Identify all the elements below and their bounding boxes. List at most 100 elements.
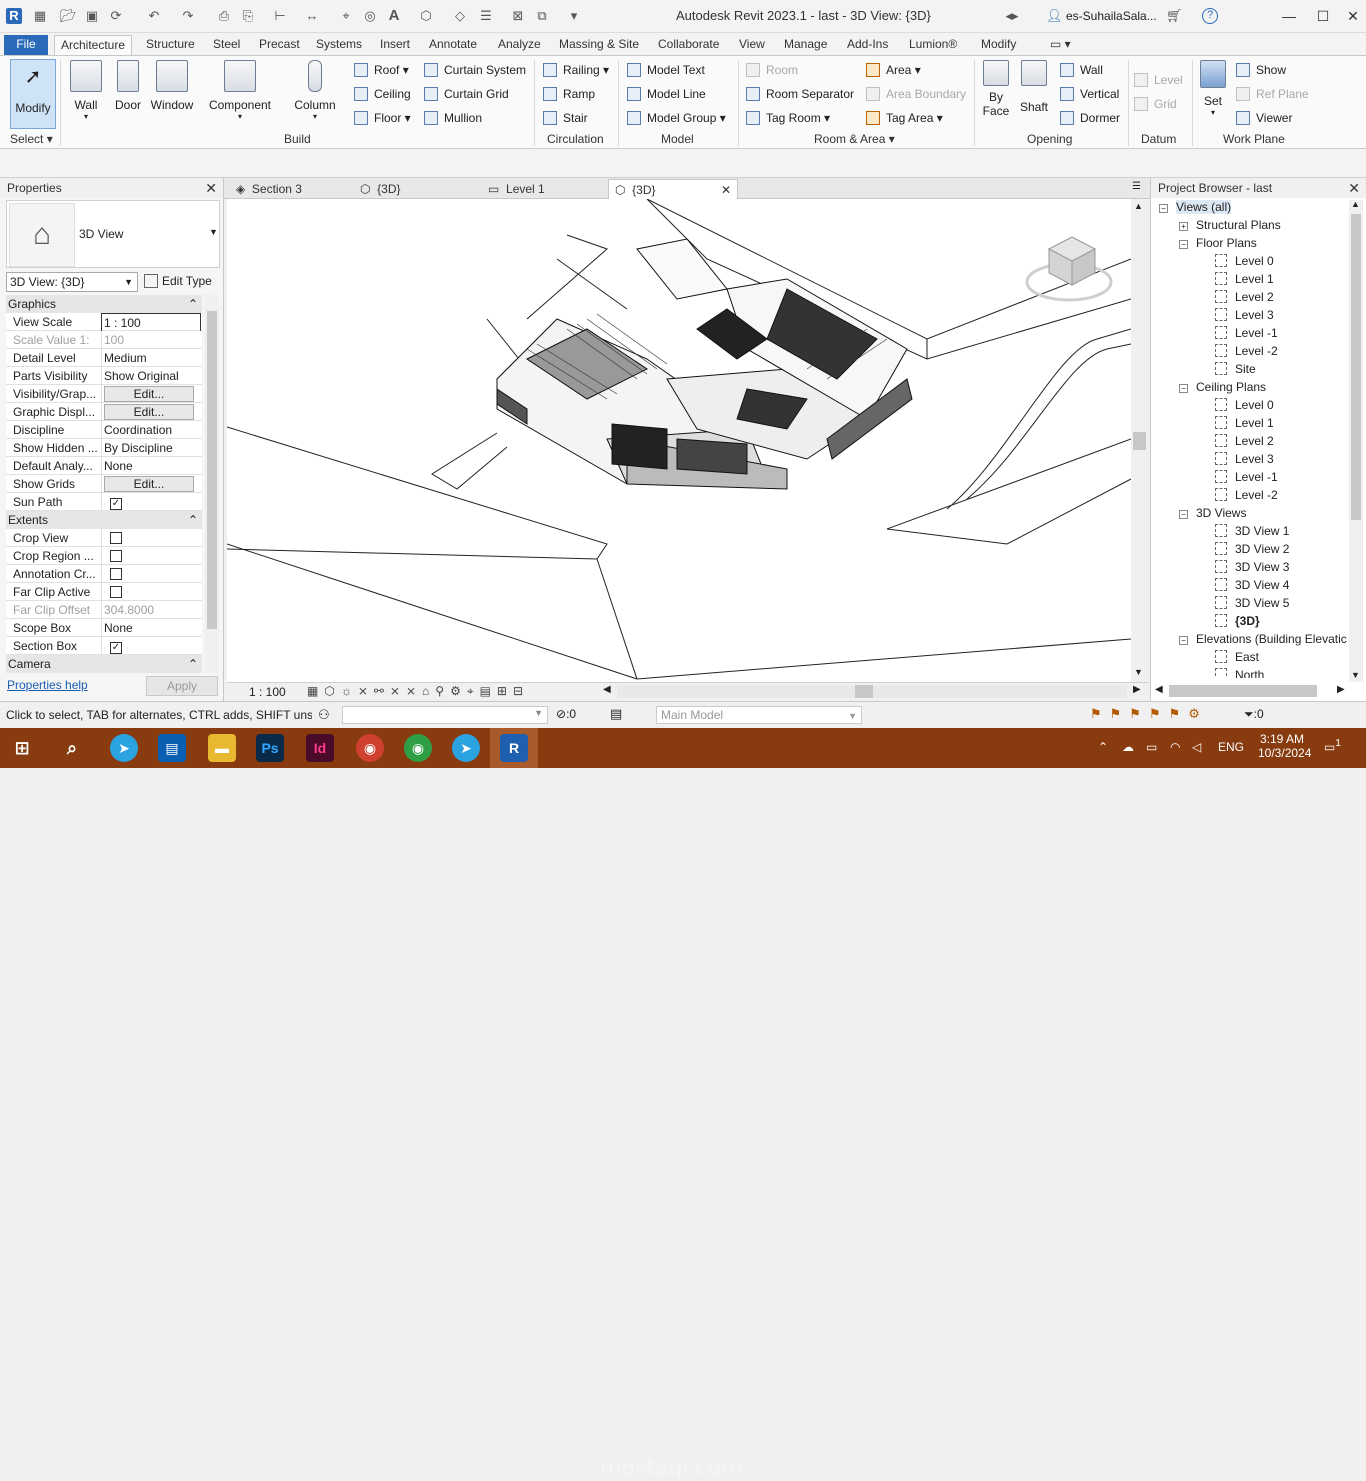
checkbox[interactable]: ✓ <box>110 642 122 654</box>
help-icon[interactable]: ? <box>1202 8 1218 24</box>
property-row[interactable]: Crop Region ... <box>6 547 202 567</box>
grid-button[interactable]: Grid <box>1134 94 1177 114</box>
default-3d-view-icon[interactable]: ⬡ <box>418 8 434 24</box>
type-selector-preview[interactable]: ⌂ 3D View ▼ <box>6 200 220 268</box>
tab-section-3[interactable]: ◈ Section 3 <box>230 179 350 199</box>
type-dropdown-icon[interactable]: ▼ <box>209 227 218 237</box>
filter-count[interactable]: ⏷:0 <box>1244 707 1264 722</box>
file-explorer-icon[interactable]: ▬ <box>208 734 236 762</box>
edit-button[interactable]: Edit... <box>104 476 194 492</box>
design-option-selector[interactable]: Main Model ▼ <box>656 706 862 724</box>
tab-architecture[interactable]: Architecture <box>54 35 133 55</box>
clock[interactable]: 3:19 AM 10/3/2024 <box>1258 732 1311 760</box>
cart-icon[interactable]: 🛒︎ <box>1166 8 1183 24</box>
checkbox[interactable] <box>110 568 122 580</box>
browser-view-item[interactable]: 3D View 3 <box>1215 558 1289 576</box>
curtain-grid-button[interactable]: Curtain Grid <box>424 84 509 104</box>
ceiling-button[interactable]: Ceiling <box>354 84 411 104</box>
browser-group[interactable]: − Views (all) <box>1159 198 1232 216</box>
apply-button[interactable]: Apply <box>146 676 218 696</box>
collapse-icon[interactable]: − <box>1179 384 1188 393</box>
checkbox[interactable] <box>110 586 122 598</box>
undo-icon[interactable]: ↶ <box>146 8 162 24</box>
browser-group[interactable]: − Floor Plans <box>1179 234 1257 252</box>
instance-selector[interactable]: 3D View: {3D} ▼ <box>6 272 138 292</box>
floor-button[interactable]: Floor ▾ <box>354 108 411 128</box>
shaft-button[interactable]: Shaft <box>1018 60 1050 114</box>
browser-view-item[interactable]: Level 0 <box>1215 252 1274 270</box>
browser-view-item[interactable]: Site <box>1215 360 1256 378</box>
browser-view-item[interactable]: Level 0 <box>1215 396 1274 414</box>
editing-requests[interactable]: ⊘:0 <box>556 707 576 721</box>
property-row[interactable]: Detail Level Medium <box>6 349 202 367</box>
show-button[interactable]: Show <box>1236 60 1286 80</box>
scroll-down-icon[interactable]: ▼ <box>1351 670 1360 680</box>
user-icon[interactable]: 👤︎ <box>1046 8 1063 24</box>
browser-scrollbar[interactable]: ▲ ▼ <box>1349 199 1363 682</box>
ramp-button[interactable]: Ramp <box>543 84 595 104</box>
level-button[interactable]: Level <box>1134 70 1183 90</box>
scroll-thumb[interactable] <box>1351 214 1361 520</box>
property-row[interactable]: Visibility/Grap... Edit... <box>6 385 202 403</box>
property-row[interactable]: Scale Value 1: 100 <box>6 331 202 349</box>
model-line-button[interactable]: Model Line <box>627 84 706 104</box>
browser-view-item[interactable]: Level -1 <box>1215 324 1278 342</box>
browser-view-item[interactable]: {3D} <box>1215 612 1260 630</box>
scroll-up-icon[interactable]: ▲ <box>1134 201 1143 211</box>
property-value[interactable] <box>101 565 201 585</box>
tab-collaborate[interactable]: Collaborate <box>652 35 725 55</box>
checkbox[interactable] <box>110 532 122 544</box>
section-icon[interactable]: ◇ <box>452 8 468 24</box>
property-value[interactable]: Edit... <box>101 385 201 403</box>
edit-button[interactable]: Edit... <box>104 386 194 402</box>
browser-view-item[interactable]: Level 3 <box>1215 306 1274 324</box>
telegram-icon[interactable]: ➤ <box>110 734 138 762</box>
browser-view-item[interactable]: 3D View 4 <box>1215 576 1289 594</box>
worksharing-icon[interactable]: ⚇ <box>318 707 330 723</box>
properties-scrollbar[interactable] <box>205 295 219 673</box>
checkbox[interactable]: ✓ <box>110 498 122 510</box>
area-button[interactable]: Area ▾ <box>866 60 921 80</box>
open-icon[interactable]: 📂︎ <box>60 8 77 24</box>
indesign-icon[interactable]: Id <box>306 734 334 762</box>
close-window-button[interactable]: ✕ <box>1338 5 1366 27</box>
wifi-icon[interactable]: ◠ <box>1170 740 1180 754</box>
graphics-section[interactable]: Graphics ⌃ <box>6 295 202 313</box>
property-row[interactable]: Far Clip Offset 304.8000 <box>6 601 202 619</box>
property-value[interactable] <box>101 583 201 603</box>
room-area-panel-label[interactable]: Room & Area ▾ <box>814 132 895 146</box>
user-name[interactable]: es-SuhailaSala... <box>1066 9 1157 23</box>
window-button[interactable]: Window <box>148 60 196 112</box>
aligned-dimension-icon[interactable]: ↔ <box>304 8 320 24</box>
chrome-profile-icon[interactable]: ◉ <box>356 734 384 762</box>
dormer-button[interactable]: Dormer <box>1060 108 1120 128</box>
tab-steel[interactable]: Steel <box>207 35 246 55</box>
close-tab-icon[interactable]: ✕ <box>721 180 731 200</box>
collapse-icon[interactable]: − <box>1179 510 1188 519</box>
view-scale[interactable]: 1 : 100 <box>249 685 286 699</box>
workset-selector[interactable]: ▼ <box>342 706 548 724</box>
browser-view-item[interactable]: 3D View 5 <box>1215 594 1289 612</box>
property-row[interactable]: Parts Visibility Show Original <box>6 367 202 385</box>
property-row[interactable]: Far Clip Active <box>6 583 202 603</box>
by-face-button[interactable]: By Face <box>980 60 1012 118</box>
3d-view-canvas[interactable] <box>227 199 1131 682</box>
telegram-icon[interactable]: ➤ <box>452 734 480 762</box>
tab-systems[interactable]: Systems <box>310 35 368 55</box>
browser-view-item[interactable]: 3D View 2 <box>1215 540 1289 558</box>
property-value[interactable]: Medium <box>101 349 201 367</box>
roof-button[interactable]: Roof ▾ <box>354 60 409 80</box>
scroll-thumb[interactable] <box>1133 432 1146 450</box>
volume-icon[interactable]: ◁ <box>1192 740 1201 754</box>
property-row[interactable]: Default Analy... None <box>6 457 202 475</box>
expand-icon[interactable]: + <box>1179 222 1188 231</box>
customize-dropdown-icon[interactable]: ▾ <box>566 8 582 24</box>
browser-view-item[interactable]: Level -2 <box>1215 486 1278 504</box>
property-value[interactable]: 304.8000 <box>101 601 201 619</box>
tab-3d-active[interactable]: ⬡ {3D} ✕ <box>608 179 738 199</box>
ribbon-minimize-icon[interactable]: ▭ ▾ <box>1044 35 1077 55</box>
sync-icon[interactable]: ⟳ <box>108 8 124 24</box>
selection-toggle-icons[interactable]: ⚑⚑⚑⚑⚑⚙ <box>1090 706 1208 722</box>
close-hidden-icon[interactable]: ⊠ <box>510 8 526 24</box>
browser-view-item[interactable]: Level 3 <box>1215 450 1274 468</box>
